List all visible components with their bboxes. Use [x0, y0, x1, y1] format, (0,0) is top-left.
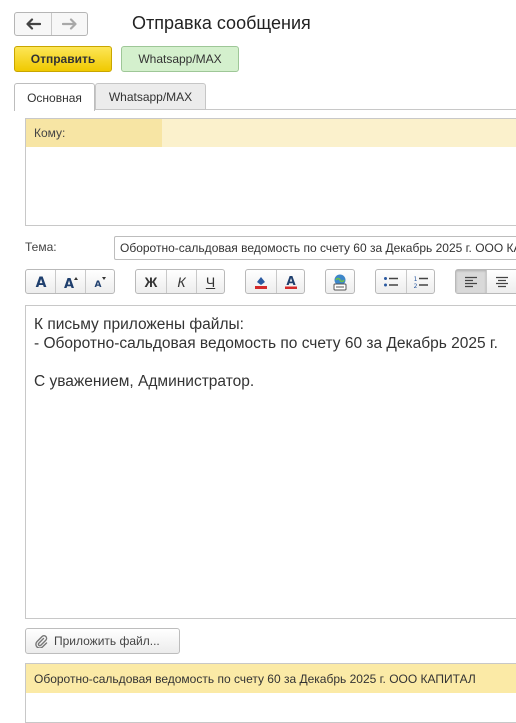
send-button[interactable]: Отправить: [14, 46, 112, 72]
subject-input[interactable]: Оборотно-сальдовая ведомость по счету 60…: [114, 236, 516, 260]
underline-button[interactable]: Ч: [196, 270, 224, 293]
font-increase-icon: A: [63, 276, 78, 289]
svg-text:1: 1: [413, 276, 417, 283]
text-color-button[interactable]: A: [276, 270, 304, 293]
whatsapp-button[interactable]: Whatsapp/MAX: [121, 46, 239, 72]
tab-divider: [206, 109, 516, 110]
align-left-button[interactable]: [456, 270, 486, 293]
font-decrease-button[interactable]: A: [85, 270, 114, 293]
text-color-icon: A: [284, 274, 297, 289]
recipient-to-label: Кому:: [26, 119, 162, 147]
italic-button[interactable]: К: [166, 270, 196, 293]
insert-group: [325, 269, 355, 294]
back-button[interactable]: [15, 13, 51, 35]
align-left-icon: [465, 276, 477, 287]
font-decrease-icon: A: [95, 276, 106, 289]
background-color-button[interactable]: [246, 270, 276, 293]
arrow-left-icon: [26, 18, 41, 30]
bulleted-list-button[interactable]: [376, 270, 406, 293]
bulleted-list-icon: [384, 276, 398, 286]
insert-image-icon: [333, 274, 347, 290]
svg-text:2: 2: [413, 283, 417, 289]
svg-text:A: A: [35, 275, 46, 289]
arrow-right-icon: [61, 18, 77, 30]
svg-text:A: A: [63, 277, 73, 289]
numbered-list-icon: 1 2: [413, 276, 428, 289]
attachment-item[interactable]: Оборотно-сальдовая ведомость по счету 60…: [26, 664, 516, 693]
font-button[interactable]: A: [26, 270, 55, 293]
page-title: Отправка сообщения: [132, 13, 311, 33]
align-group: [455, 269, 516, 294]
font-increase-button[interactable]: A: [55, 270, 85, 293]
text-style-group: Ж К Ч: [135, 269, 225, 294]
align-center-button[interactable]: [486, 270, 516, 293]
history-nav: [14, 12, 88, 36]
align-center-icon: [495, 276, 508, 287]
color-group: A: [245, 269, 305, 294]
font-icon: A: [35, 275, 46, 289]
subject-label: Тема:: [25, 240, 57, 254]
paperclip-icon: [35, 635, 48, 648]
svg-text:A: A: [95, 280, 102, 289]
list-group: 1 2: [375, 269, 435, 294]
forward-button[interactable]: [51, 13, 87, 35]
tab-whatsapp[interactable]: Whatsapp/MAX: [95, 83, 206, 110]
attach-file-button[interactable]: Приложить файл...: [25, 628, 180, 654]
insert-image-button[interactable]: [326, 270, 354, 293]
bold-button[interactable]: Ж: [136, 270, 166, 293]
message-body-editor[interactable]: К письму приложены файлы: - Оборотно-сал…: [25, 305, 516, 619]
svg-text:A: A: [286, 274, 296, 288]
tab-main[interactable]: Основная: [14, 83, 95, 111]
background-color-icon: [255, 276, 267, 289]
font-size-group: A A A: [25, 269, 115, 294]
attach-file-label: Приложить файл...: [54, 634, 160, 648]
numbered-list-button[interactable]: 1 2: [406, 270, 434, 293]
